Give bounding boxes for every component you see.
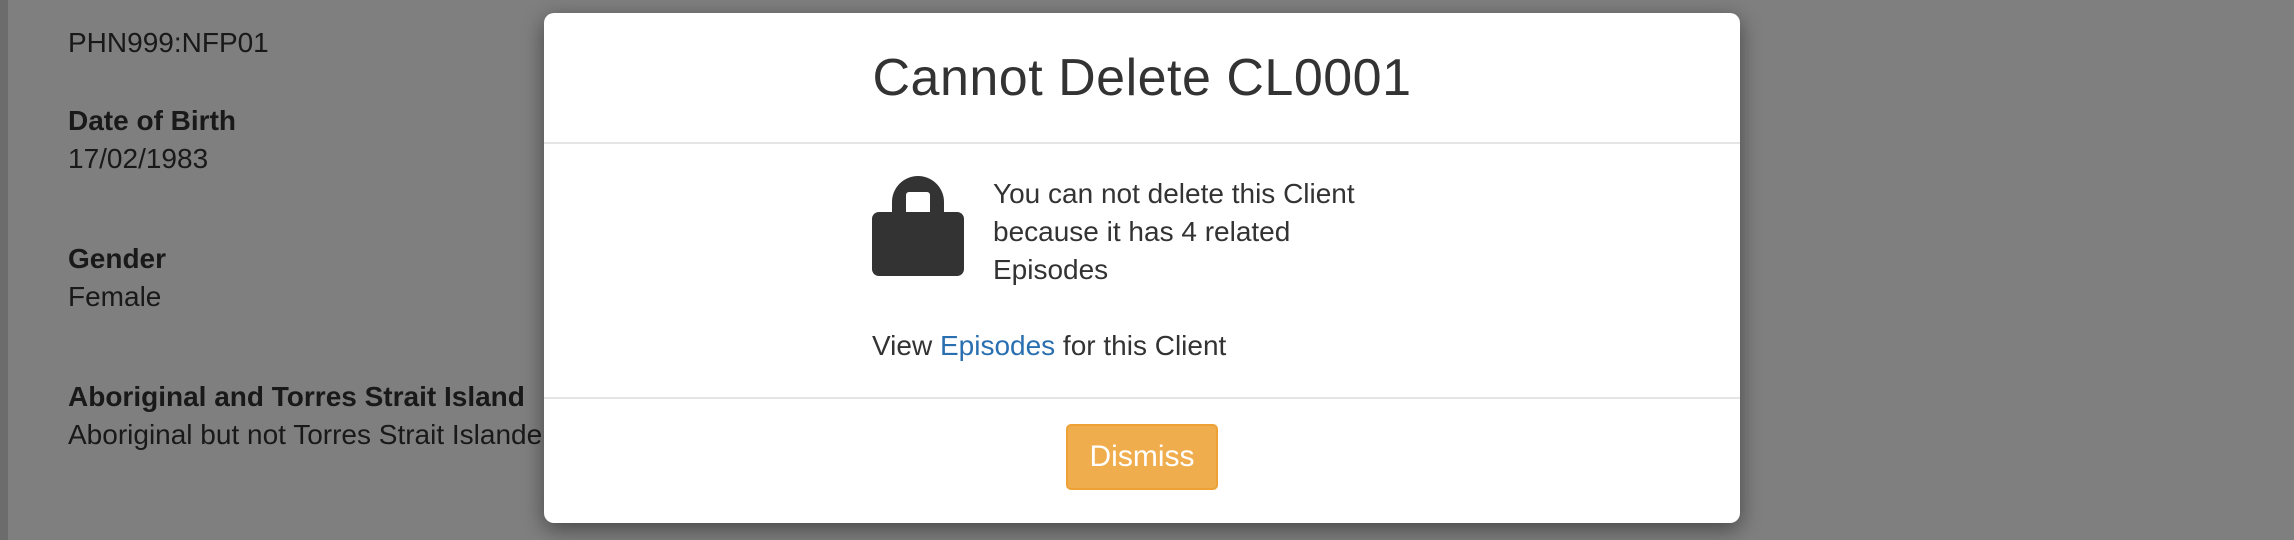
view-prefix: View: [872, 330, 940, 361]
dialog-footer: Dismiss: [544, 399, 1740, 523]
dialog-header: Cannot Delete CL0001: [544, 13, 1740, 144]
view-episodes-line: View Episodes for this Client: [872, 327, 1226, 365]
dialog-title: Cannot Delete CL0001: [872, 48, 1412, 107]
view-suffix: for this Client: [1055, 330, 1227, 361]
dismiss-button[interactable]: Dismiss: [1066, 424, 1218, 490]
episodes-link[interactable]: Episodes: [940, 330, 1055, 361]
lock-icon: [872, 176, 964, 276]
dialog-message: You can not delete this Client because i…: [993, 178, 1355, 285]
dialog-body: You can not delete this Client because i…: [544, 144, 1740, 399]
cannot-delete-dialog: Cannot Delete CL0001 You can not delete …: [544, 13, 1740, 523]
